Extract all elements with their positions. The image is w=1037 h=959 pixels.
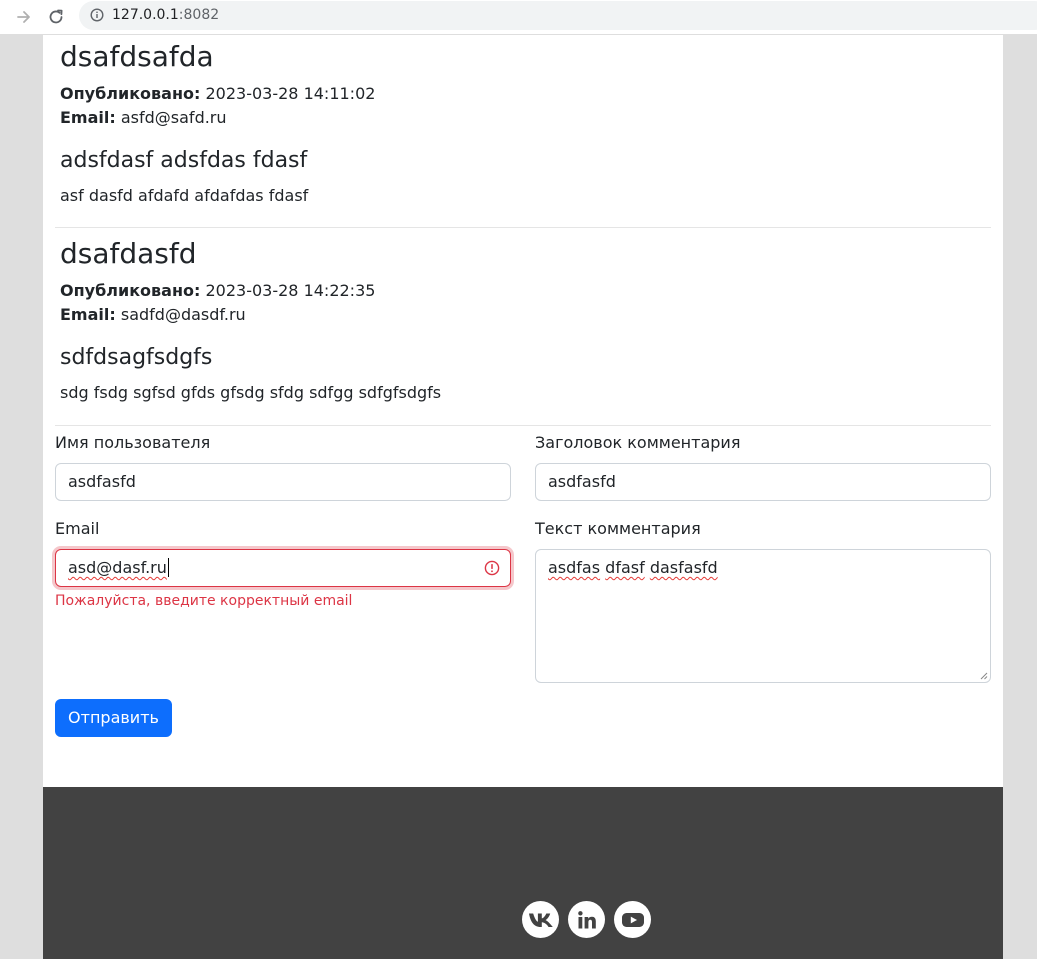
post-author: dsafdasfd	[60, 237, 197, 270]
published-date: 2023-03-28 14:11:02	[205, 84, 376, 103]
vk-link[interactable]	[522, 901, 559, 938]
post-email: sadfd@dasdf.ru	[120, 305, 246, 324]
email-field-label: Email	[55, 519, 100, 538]
linkedin-icon	[577, 910, 596, 928]
reload-button[interactable]	[43, 4, 69, 30]
comment-title-group: Заголовок комментария asdfasfd	[535, 434, 991, 501]
arrow-right-icon	[17, 11, 30, 23]
published-label: Опубликовано:	[60, 281, 201, 300]
email-label: Email:	[60, 108, 116, 127]
post-title: adsfdasf adsfdas fdasf	[60, 148, 308, 173]
published-label: Опубликовано:	[60, 84, 201, 103]
email-error-message: Пожалуйста, введите корректный email	[55, 593, 353, 609]
email-group: Email asd@dasf.ru Пожалуйста, введите ко…	[55, 520, 511, 609]
post-meta: Опубликовано: 2023-03-28 14:22:35 Email:…	[60, 279, 990, 327]
url-port: :8082	[178, 7, 220, 23]
email-field-value: asd@dasf.ru	[68, 558, 167, 577]
url-host: 127.0.0.1	[112, 7, 179, 23]
comment-text-label: Текст комментария	[535, 519, 701, 538]
youtube-icon	[621, 912, 644, 927]
email-field[interactable]: asd@dasf.ru	[55, 549, 511, 587]
username-label: Имя пользователя	[55, 433, 211, 452]
error-icon	[484, 560, 500, 576]
browser-toolbar: 127.0.0.1:8082	[0, 0, 1037, 34]
post-email: asfd@safd.ru	[120, 108, 227, 127]
comment-word: dfasf	[605, 558, 645, 577]
username-input[interactable]: asdfasfd	[55, 463, 511, 501]
comment-text-group: Текст комментария asdfas dfasf dasfasfd	[535, 520, 991, 683]
forward-button[interactable]	[11, 4, 37, 30]
submit-button[interactable]: Отправить	[55, 699, 172, 737]
comment-title-input[interactable]: asdfasfd	[535, 463, 991, 501]
comment-text-area[interactable]: asdfas dfasf dasfasfd	[535, 549, 991, 683]
url-text: 127.0.0.1:8082	[112, 7, 219, 24]
comment-word: asdfas	[548, 558, 601, 577]
post-author: dsafdsafda	[60, 40, 214, 73]
comment-title-label: Заголовок комментария	[535, 433, 741, 452]
footer	[43, 787, 1003, 959]
linkedin-link[interactable]	[568, 901, 605, 938]
resize-handle-icon[interactable]	[980, 672, 988, 680]
comment-word: dasfasfd	[649, 558, 718, 577]
text-caret	[167, 558, 169, 577]
site-info-icon[interactable]	[90, 8, 104, 22]
post-meta: Опубликовано: 2023-03-28 14:11:02 Email:…	[60, 82, 990, 130]
address-bar[interactable]: 127.0.0.1:8082	[79, 1, 1037, 30]
post-body: sdg fsdg sgfsd gfds gfsdg sfdg sdfgg sdf…	[60, 383, 442, 402]
comment-post: dsafdasfd Опубликовано: 2023-03-28 14:22…	[60, 237, 990, 404]
published-date: 2023-03-28 14:22:35	[205, 281, 376, 300]
email-label: Email:	[60, 305, 116, 324]
post-body: asf dasfd afdafd afdafdas fdasf	[60, 186, 309, 205]
youtube-link[interactable]	[614, 901, 651, 938]
divider	[55, 227, 991, 228]
reload-icon	[49, 9, 63, 24]
page-content: dsafdsafda Опубликовано: 2023-03-28 14:1…	[43, 35, 1003, 787]
vk-icon	[528, 913, 553, 927]
divider	[55, 425, 991, 426]
post-title: sdfdsagfsdgfs	[60, 345, 213, 370]
comment-post: dsafdsafda Опубликовано: 2023-03-28 14:1…	[60, 40, 990, 207]
comment-form: Имя пользователя asdfasfd Заголовок комм…	[55, 434, 991, 774]
username-group: Имя пользователя asdfasfd	[55, 434, 511, 501]
